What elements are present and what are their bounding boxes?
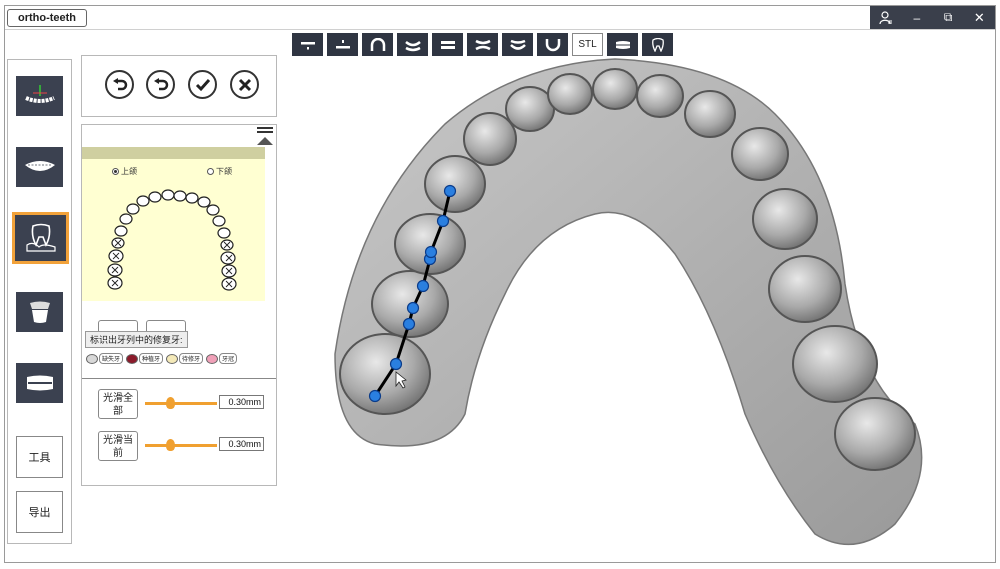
smooth-all-slider[interactable] bbox=[145, 402, 217, 405]
title-bar: ortho-teeth – ⧉ ✕ bbox=[5, 6, 995, 30]
aligner-icon[interactable] bbox=[16, 363, 63, 403]
cancel-icon[interactable] bbox=[230, 70, 259, 99]
legend-missing[interactable]: 缺失牙 bbox=[86, 353, 124, 364]
smooth-current-row: 光滑当前 0.30mm bbox=[98, 431, 270, 461]
collapse-menu-icon[interactable] bbox=[257, 127, 273, 145]
arch-icon[interactable] bbox=[362, 33, 393, 56]
app-window: ortho-teeth – ⧉ ✕ STL 工具 导出 上颌 下颌 标识出牙列中… bbox=[4, 5, 996, 563]
jaw-axis-icon[interactable] bbox=[16, 76, 63, 116]
export-button[interactable]: 导出 bbox=[16, 491, 63, 533]
tooth-chart-header bbox=[82, 147, 265, 159]
legend-implant-label: 种植牙 bbox=[139, 353, 164, 364]
tooth-gum-icon[interactable] bbox=[12, 212, 69, 264]
squeeze-icon[interactable] bbox=[467, 33, 498, 56]
missing-swatch bbox=[86, 353, 98, 364]
smooth-all-button[interactable]: 光滑全部 bbox=[98, 389, 138, 419]
legend-crown[interactable]: 牙冠 bbox=[206, 353, 238, 364]
confirm-icon[interactable] bbox=[188, 70, 217, 99]
tools-button[interactable]: 工具 bbox=[16, 436, 63, 478]
align-middle-icon[interactable] bbox=[327, 33, 358, 56]
window-controls: – ⧉ ✕ bbox=[870, 6, 995, 29]
align-bottom-icon[interactable] bbox=[292, 33, 323, 56]
band-icon[interactable] bbox=[607, 33, 638, 56]
restoration-panel: 上颌 下颌 标识出牙列中的修复牙: 缺失牙 种植牙 待修牙 牙冠 光滑全部 0.… bbox=[81, 124, 277, 486]
tooth-outline-icon[interactable] bbox=[642, 33, 673, 56]
crown-icon[interactable] bbox=[16, 292, 63, 332]
smooth-all-row: 光滑全部 0.30mm bbox=[98, 389, 270, 419]
undo-icon[interactable] bbox=[105, 70, 134, 99]
tooth-type-legend: 缺失牙 种植牙 待修牙 牙冠 bbox=[86, 353, 238, 364]
smooth-current-button[interactable]: 光滑当前 bbox=[98, 431, 138, 461]
lower-curve-icon[interactable] bbox=[502, 33, 533, 56]
dental-arch-model[interactable] bbox=[315, 54, 955, 564]
implant-swatch bbox=[126, 353, 139, 364]
action-panel bbox=[81, 55, 277, 117]
app-title: ortho-teeth bbox=[7, 9, 87, 27]
parallel-lines-icon[interactable] bbox=[432, 33, 463, 56]
minimize-button[interactable]: – bbox=[901, 6, 932, 29]
legend-implant[interactable]: 种植牙 bbox=[126, 353, 164, 364]
u-shape-icon[interactable] bbox=[537, 33, 568, 56]
full-arch-icon[interactable] bbox=[16, 147, 63, 187]
legend-missing-label: 缺失牙 bbox=[99, 353, 124, 364]
legend-pending-label: 待修牙 bbox=[179, 353, 204, 364]
close-button[interactable]: ✕ bbox=[964, 6, 995, 29]
panel-divider bbox=[82, 378, 276, 379]
curve-down-icon[interactable] bbox=[397, 33, 428, 56]
tooth-arch-diagram bbox=[107, 189, 237, 291]
smooth-current-slider[interactable] bbox=[145, 444, 217, 447]
smooth-all-slider-thumb[interactable] bbox=[166, 397, 176, 409]
restore-button[interactable]: ⧉ bbox=[933, 6, 964, 29]
pending-swatch bbox=[166, 353, 179, 364]
view-toolbar: STL bbox=[292, 33, 673, 56]
smooth-current-value[interactable]: 0.30mm bbox=[219, 437, 264, 451]
redo-icon[interactable] bbox=[146, 70, 175, 99]
legend-crown-label: 牙冠 bbox=[219, 353, 238, 364]
smooth-all-value[interactable]: 0.30mm bbox=[219, 395, 264, 409]
3d-viewport[interactable] bbox=[315, 54, 955, 564]
smooth-current-slider-thumb[interactable] bbox=[166, 439, 176, 451]
restoration-tooltip: 标识出牙列中的修复牙: bbox=[85, 331, 188, 348]
legend-pending[interactable]: 待修牙 bbox=[166, 353, 204, 364]
left-sidebar: 工具 导出 bbox=[7, 59, 72, 544]
crown-swatch bbox=[206, 353, 219, 364]
tooth-chart: 上颌 下颌 bbox=[82, 159, 265, 301]
user-icon[interactable] bbox=[870, 6, 901, 29]
stl-button[interactable]: STL bbox=[572, 33, 603, 56]
